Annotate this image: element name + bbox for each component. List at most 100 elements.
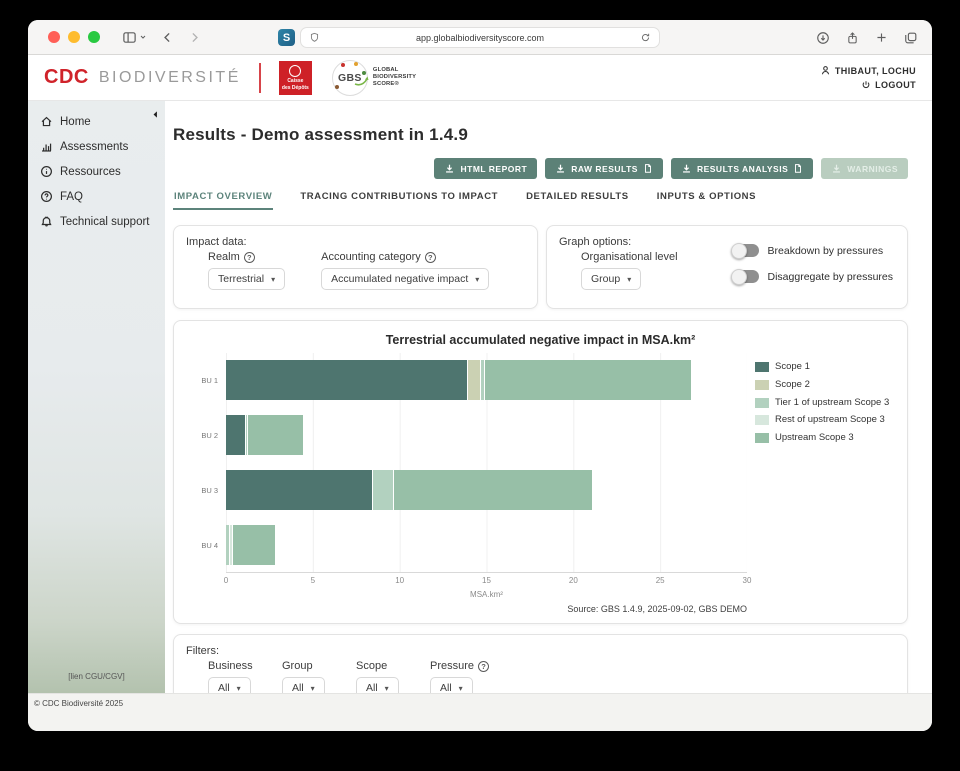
tab-inputs-options[interactable]: INPUTS & OPTIONS [656, 187, 757, 210]
bar-row-bu-1 [226, 353, 747, 408]
bar-label: BU 3 [186, 463, 226, 518]
power-icon [861, 80, 871, 90]
brand-divider [259, 63, 261, 93]
extension-icon[interactable]: S [278, 29, 295, 46]
impact-fields: Realm Terrestrial Accounting category Accum… [208, 251, 525, 290]
x-tick: 10 [395, 576, 404, 585]
traffic-lights [48, 31, 100, 43]
support-icon [40, 215, 53, 228]
chart-plot: BU 1BU 2BU 3BU 4 051015202530 MSA.km² So… [186, 353, 747, 614]
bar-segment [484, 360, 691, 400]
user-menu[interactable]: THIBAUT, LOCHU [820, 65, 916, 76]
bar-row-bu-2 [226, 408, 747, 463]
url-text: app.globalbiodiversityscore.com [320, 33, 640, 43]
back-icon[interactable] [161, 31, 174, 44]
download-icon [681, 163, 692, 174]
bar-row-bu-3 [226, 463, 747, 518]
sidebar-item-ressources[interactable]: Ressources [28, 159, 165, 184]
toggle-disaggregate-by-pressures[interactable]: Disaggregate by pressures [732, 270, 893, 283]
brand-logos: CDC BIODIVERSITÉ Caisse des Dépôts GBS [44, 60, 416, 96]
cgu-link[interactable]: [lien CGU/CGV] [28, 672, 165, 681]
sidebar-collapse-icon[interactable] [151, 106, 160, 124]
group-select[interactable]: All [282, 677, 325, 693]
filters-panel: Filters: BusinessAllGroupAllScopeAllPres… [173, 634, 908, 693]
accounting-category-label: Accounting category [321, 251, 489, 263]
legend-item[interactable]: Tier 1 of upstream Scope 3 [755, 397, 895, 410]
toggle-breakdown-by-pressures[interactable]: Breakdown by pressures [732, 244, 893, 257]
forward-icon[interactable] [188, 31, 201, 44]
sidebar-item-faq[interactable]: FAQ [28, 184, 165, 209]
impact-data-title: Impact data: [186, 236, 525, 248]
business-label: Business [208, 660, 282, 672]
organisational-level-select[interactable]: Group [581, 268, 641, 290]
share-icon[interactable] [846, 31, 859, 45]
bar-segment [226, 470, 372, 510]
bar-label: BU 2 [186, 408, 226, 463]
accounting-category-select[interactable]: Accumulated negative impact [321, 268, 489, 290]
logout-button[interactable]: LOGOUT [861, 80, 916, 90]
bar-segment [467, 360, 479, 400]
legend-item[interactable]: Rest of upstream Scope 3 [755, 414, 895, 427]
app-header: CDC BIODIVERSITÉ Caisse des Dépôts GBS [28, 55, 932, 101]
realm-select[interactable]: Terrestrial [208, 268, 285, 290]
bar-label: BU 4 [186, 518, 226, 573]
pressure-toggles: Breakdown by pressures Disaggregate by pr… [732, 244, 893, 283]
graph-options-panel: Graph options: Organisational level Grou… [546, 225, 908, 309]
tabs: IMPACT OVERVIEW TRACING CONTRIBUTIONS TO … [173, 187, 908, 210]
filters-title: Filters: [186, 645, 895, 657]
downloads-icon[interactable] [816, 31, 830, 45]
tab-impact-overview[interactable]: IMPACT OVERVIEW [173, 187, 273, 210]
legend-swatch [755, 398, 769, 408]
close-window-icon[interactable] [48, 31, 60, 43]
results-analysis-button[interactable]: RESULTS ANALYSIS [671, 158, 813, 179]
raw-results-button[interactable]: RAW RESULTS [545, 158, 663, 179]
legend-item[interactable]: Upstream Scope 3 [755, 432, 895, 445]
copyright: © CDC Biodiversité 2025 [34, 699, 123, 708]
sidebar-item-assessments[interactable]: Assessments [28, 134, 165, 159]
bar-segment [372, 470, 393, 510]
chart-x-axis: 051015202530 [226, 575, 747, 588]
pressure-select[interactable]: All [430, 677, 473, 693]
x-tick: 0 [224, 576, 228, 585]
business-select[interactable]: All [208, 677, 251, 693]
help-icon[interactable] [425, 252, 436, 263]
chart-x-axis-label: MSA.km² [226, 590, 747, 599]
faq-icon [40, 190, 53, 203]
chart-source: Source: GBS 1.4.9, 2025-09-02, GBS DEMO [226, 604, 747, 614]
sidebar-item-technical-support[interactable]: Technical support [28, 209, 165, 234]
toggle-switch-icon[interactable] [732, 270, 759, 283]
legend-item[interactable]: Scope 1 [755, 361, 895, 374]
html-report-button[interactable]: HTML REPORT [434, 158, 537, 179]
file-icon [643, 163, 653, 174]
organisational-level-label: Organisational level [581, 251, 678, 263]
toggle-switch-icon[interactable] [732, 244, 759, 257]
legend-swatch [755, 362, 769, 372]
tab-tracing-contributions-to-impact[interactable]: TRACING CONTRIBUTIONS TO IMPACT [299, 187, 499, 210]
gbs-logo: GBS GLOBAL BIODIVERSITY SCORE® [332, 60, 416, 96]
file-icon [793, 163, 803, 174]
minimize-window-icon[interactable] [68, 31, 80, 43]
tab-detailed-results[interactable]: DETAILED RESULTS [525, 187, 630, 210]
chart-category-labels: BU 1BU 2BU 3BU 4 [186, 353, 226, 614]
new-tab-icon[interactable] [875, 31, 888, 44]
help-icon[interactable] [244, 252, 255, 263]
help-icon[interactable] [478, 661, 489, 672]
chart-legend: Scope 1 Scope 2 Tier 1 of upstream Scope 3… [747, 353, 895, 614]
maximize-window-icon[interactable] [88, 31, 100, 43]
scope-select[interactable]: All [356, 677, 399, 693]
download-icon [555, 163, 566, 174]
bar-segment [232, 525, 275, 565]
realm-label: Realm [208, 251, 285, 263]
address-bar[interactable]: app.globalbiodiversityscore.com [300, 27, 660, 48]
pressure-label: Pressure [430, 660, 504, 672]
action-buttons: HTML REPORTRAW RESULTSRESULTS ANALYSISWA… [173, 158, 908, 179]
reload-icon[interactable] [640, 32, 651, 43]
bar-segment [226, 360, 467, 400]
privacy-shield-icon[interactable] [309, 32, 320, 43]
bar-row-bu-4 [226, 517, 747, 572]
tab-overview-icon[interactable] [904, 31, 918, 45]
cdc-logo: CDC [44, 66, 89, 89]
legend-item[interactable]: Scope 2 [755, 379, 895, 392]
sidebar-toggle-icon[interactable] [122, 30, 147, 45]
sidebar-item-home[interactable]: Home [28, 109, 165, 134]
